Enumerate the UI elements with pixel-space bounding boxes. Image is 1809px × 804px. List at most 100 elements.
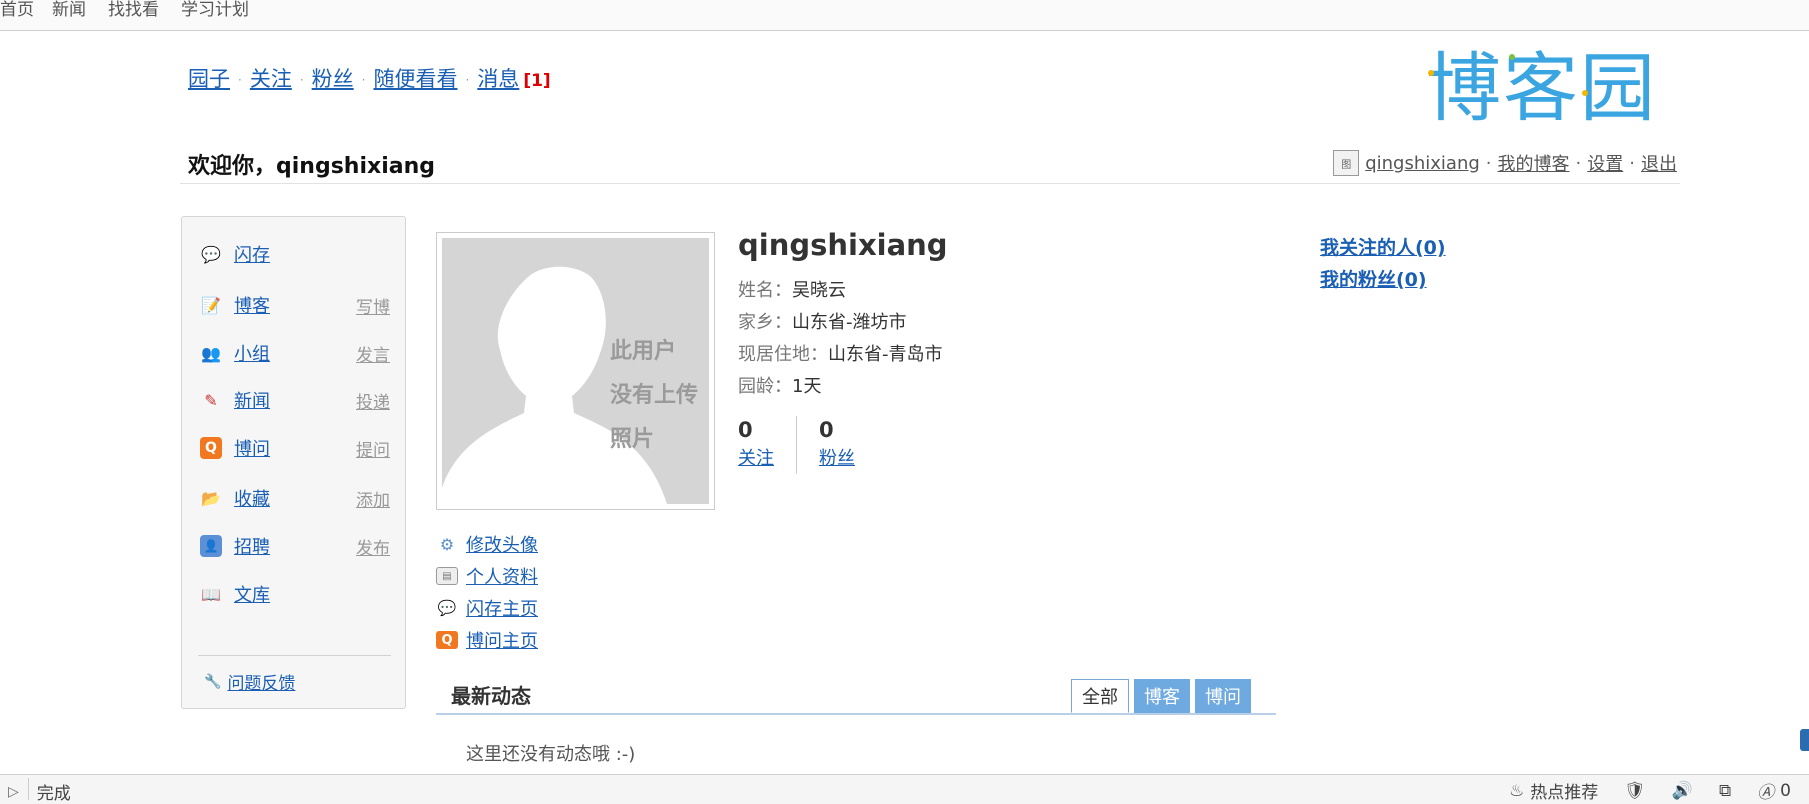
browser-status-bar: ▷ 完成 ♨ 热点推荐 🛡 🔊 ⧉ Ⓐ 0	[0, 774, 1809, 804]
sidebar-item-label[interactable]: 闪存	[234, 241, 270, 267]
following-link[interactable]: 关注	[738, 444, 774, 474]
username-link[interactable]: qingshixiang	[1365, 153, 1480, 174]
following-count: 0	[738, 418, 753, 442]
no-photo-note: 此用户 没有上传 照片	[610, 339, 699, 452]
sidebar-item-flash[interactable]: 💬 闪存	[200, 239, 390, 269]
sidebar-item-label[interactable]: 新闻	[234, 387, 270, 413]
link-label[interactable]: 闪存主页	[466, 595, 538, 621]
side-scroll-handle[interactable]	[1800, 729, 1809, 751]
speaker-icon[interactable]: 🔊	[1672, 781, 1693, 801]
top-nav-home[interactable]: 首页	[0, 0, 34, 20]
feed-empty-message: 这里还没有动态哦 :-)	[466, 744, 636, 765]
profile-links: ⚙ 修改头像 ▤ 个人资料 💬 闪存主页 Q 博问主页	[436, 528, 538, 656]
submit-news-link[interactable]: 投递	[356, 388, 390, 413]
feedback-link[interactable]: 🔧 问题反馈	[204, 669, 295, 695]
feed-title: 最新动态	[451, 684, 531, 708]
sidebar-item-news[interactable]: ✎ 新闻 投递	[200, 385, 390, 415]
sidebar-item-group[interactable]: 👥 小组 发言	[200, 338, 390, 368]
sidebar-item-blog[interactable]: 📝 博客 写博	[200, 290, 390, 320]
avatar[interactable]: 图	[1333, 150, 1360, 176]
shield-icon[interactable]: 🛡	[1624, 781, 1646, 801]
sidebar: 💬 闪存 📝 博客 写博 👥 小组 发言 ✎ 新闻 投递 Q 博问 提问 📂 收…	[181, 216, 406, 709]
question-home-link[interactable]: Q 博问主页	[436, 624, 538, 656]
cnblogs-logo[interactable]: 博客园	[1426, 48, 1657, 128]
separator: ·	[1629, 152, 1635, 174]
relations-links: 我关注的人(0) 我的粉丝(0)	[1320, 232, 1446, 296]
top-nav-search[interactable]: 找找看	[108, 0, 159, 20]
status-text: 完成	[36, 784, 71, 804]
flash-home-link[interactable]: 💬 闪存主页	[436, 592, 538, 624]
profile-photo: 此用户 没有上传 照片	[436, 232, 715, 510]
site-link-fans[interactable]: 粉丝	[312, 67, 354, 91]
photo-placeholder: 此用户 没有上传 照片	[442, 238, 709, 504]
site-link-follow[interactable]: 关注	[250, 67, 292, 91]
dot-separator: ·	[465, 73, 470, 87]
fans-link[interactable]: 粉丝	[819, 444, 855, 474]
fans-count: 0	[819, 418, 834, 442]
separator: ·	[1575, 152, 1582, 174]
link-label[interactable]: 修改头像	[466, 531, 538, 557]
sidebar-item-label[interactable]: 收藏	[234, 485, 270, 511]
logo-dot	[1428, 70, 1434, 76]
sidebar-item-library[interactable]: 📖 文库	[200, 579, 390, 609]
site-link-garden[interactable]: 园子	[188, 67, 230, 91]
edit-avatar-link[interactable]: ⚙ 修改头像	[436, 528, 538, 560]
wrench-icon: 🔧	[204, 673, 222, 690]
settings-link[interactable]: 设置	[1587, 150, 1623, 176]
status-left: ▷ 完成	[8, 779, 71, 804]
message-count-badge[interactable]: [1]	[523, 71, 550, 91]
tab-blog[interactable]: 博客	[1134, 679, 1190, 713]
logo-dot	[1509, 54, 1515, 60]
logo-dot	[1582, 90, 1588, 96]
header-divider	[180, 183, 1680, 184]
link-label[interactable]: 个人资料	[466, 563, 538, 589]
feedback-label[interactable]: 问题反馈	[227, 669, 295, 694]
ask-question-link[interactable]: 提问	[356, 436, 390, 461]
gear-icon: ⚙	[439, 534, 455, 554]
logout-link[interactable]: 退出	[1641, 150, 1677, 176]
window-icon[interactable]: ⧉	[1719, 781, 1731, 801]
top-nav-news[interactable]: 新闻	[52, 0, 86, 20]
adblock-button[interactable]: Ⓐ 0	[1757, 778, 1791, 804]
tab-question[interactable]: 博问	[1195, 679, 1251, 713]
tab-all[interactable]: 全部	[1071, 679, 1129, 713]
group-icon: 👥	[201, 343, 221, 363]
hot-recommend-button[interactable]: ♨ 热点推荐	[1509, 778, 1598, 804]
add-favorite-link[interactable]: 添加	[356, 486, 390, 511]
question-icon: Q	[436, 631, 458, 649]
sidebar-item-label[interactable]: 招聘	[234, 533, 270, 559]
feed-tabs: 全部 博客 博问	[1071, 679, 1256, 713]
logo-text: 博客园	[1426, 44, 1658, 132]
top-nav-study-plan[interactable]: 学习计划	[181, 0, 249, 20]
sidebar-item-question[interactable]: Q 博问 提问	[200, 433, 390, 463]
news-icon: ✎	[204, 390, 218, 410]
top-nav: 首页 新闻 找找看 学习计划	[0, 0, 1809, 31]
publish-job-link[interactable]: 发布	[356, 534, 390, 559]
write-blog-link[interactable]: 写博	[356, 293, 390, 318]
site-link-browse[interactable]: 随便看看	[373, 67, 457, 91]
book-icon: 📖	[201, 584, 221, 604]
question-icon: Q	[200, 437, 222, 459]
play-icon[interactable]: ▷	[8, 784, 19, 800]
personal-info-link[interactable]: ▤ 个人资料	[436, 560, 538, 592]
post-group-link[interactable]: 发言	[356, 341, 390, 366]
site-link-messages[interactable]: 消息	[477, 67, 519, 91]
sidebar-item-label[interactable]: 博问	[234, 435, 270, 461]
dot-separator: ·	[238, 73, 242, 87]
my-fans-link[interactable]: 我的粉丝(0)	[1320, 264, 1446, 296]
fans-stat: 0 粉丝	[796, 416, 877, 474]
feed-divider	[436, 713, 1276, 715]
sidebar-item-favorites[interactable]: 📂 收藏 添加	[200, 483, 390, 513]
speech-bubble-icon: 💬	[201, 244, 221, 264]
sidebar-item-label[interactable]: 文库	[234, 581, 270, 607]
my-following-link[interactable]: 我关注的人(0)	[1320, 232, 1446, 264]
sidebar-item-label[interactable]: 小组	[234, 340, 270, 366]
site-nav: 园子 · 关注 · 粉丝 · 随便看看 · 消息 [1]	[188, 63, 551, 93]
my-blog-link[interactable]: 我的博客	[1498, 150, 1570, 176]
link-label[interactable]: 博问主页	[466, 627, 538, 653]
profile-name: qingshixiang	[738, 228, 948, 262]
sidebar-item-label[interactable]: 博客	[234, 292, 270, 318]
person-card-icon: 👤	[200, 535, 222, 557]
blog-edit-icon: 📝	[201, 295, 221, 315]
sidebar-item-jobs[interactable]: 👤 招聘 发布	[200, 531, 390, 561]
